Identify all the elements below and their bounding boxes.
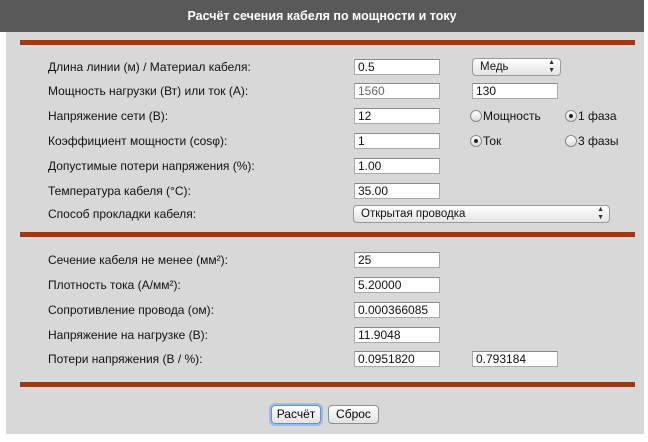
calculator-panel: Длина линии (м) / Материал кабеля: Медь …: [6, 32, 644, 434]
loss-label: Допустимые потери напряжения (%):: [48, 159, 255, 173]
method-select-value: Открытая проводка: [361, 208, 466, 220]
voltage-label: Напряжение сети (В):: [48, 109, 169, 123]
radio-phase1-button[interactable]: [565, 110, 577, 122]
select-arrows-icon: ▲ ▼: [597, 206, 604, 221]
material-select-value: Медь: [480, 61, 509, 73]
radio-power[interactable]: Мощность: [470, 109, 541, 123]
calculate-button[interactable]: Расчёт: [271, 405, 321, 424]
length-label: Длина линии (м) / Материал кабеля:: [48, 60, 251, 74]
power-input[interactable]: [354, 83, 440, 99]
radio-phase3-label: 3 фазы: [578, 134, 619, 148]
density-label: Плотность тока (А/мм²):: [48, 278, 181, 292]
radio-power-button[interactable]: [470, 110, 482, 122]
temp-input[interactable]: [354, 183, 440, 199]
radio-phase3[interactable]: 3 фазы: [565, 134, 619, 148]
select-arrows-icon: ▲ ▼: [548, 59, 555, 74]
method-select[interactable]: Открытая проводка ▲ ▼: [353, 205, 610, 223]
radio-phase3-button[interactable]: [565, 135, 577, 147]
resistance-label: Сопротивление провода (ом):: [48, 303, 214, 317]
drop-pct-output[interactable]: [472, 351, 558, 367]
current-input[interactable]: [472, 83, 558, 99]
drop-v-output[interactable]: [354, 351, 440, 367]
radio-power-label: Мощность: [483, 109, 541, 123]
density-output[interactable]: [354, 277, 440, 293]
load-voltage-output[interactable]: [354, 327, 440, 343]
drop-label: Потери напряжения (В / %):: [48, 352, 203, 366]
divider-bottom: [20, 382, 635, 387]
radio-current-button[interactable]: [470, 135, 482, 147]
form-title: Расчёт сечения кабеля по мощности и току: [0, 0, 644, 32]
radio-phase1[interactable]: 1 фаза: [565, 109, 617, 123]
radio-phase1-label: 1 фаза: [578, 109, 617, 123]
radio-current[interactable]: Ток: [470, 134, 501, 148]
method-label: Способ прокладки кабеля:: [48, 207, 197, 221]
temp-label: Температура кабеля (°С):: [48, 184, 191, 198]
resistance-output[interactable]: [354, 302, 440, 318]
material-select[interactable]: Медь ▲ ▼: [472, 58, 561, 76]
section-label: Сечение кабеля не менее (мм²):: [48, 253, 228, 267]
pf-input[interactable]: [354, 133, 440, 149]
length-input[interactable]: [354, 59, 440, 75]
divider-middle: [20, 232, 635, 237]
loss-input[interactable]: [354, 158, 440, 174]
divider-top: [20, 40, 635, 45]
reset-button[interactable]: Сброс: [328, 405, 379, 424]
voltage-input[interactable]: [354, 108, 440, 124]
pf-label: Коэффициент мощности (cosφ):: [48, 134, 228, 148]
section-output[interactable]: [354, 252, 440, 268]
load-label: Мощность нагрузки (Вт) или ток (А):: [48, 84, 249, 98]
load-voltage-label: Напряжение на нагрузке (В):: [48, 328, 208, 342]
radio-current-label: Ток: [483, 134, 502, 148]
